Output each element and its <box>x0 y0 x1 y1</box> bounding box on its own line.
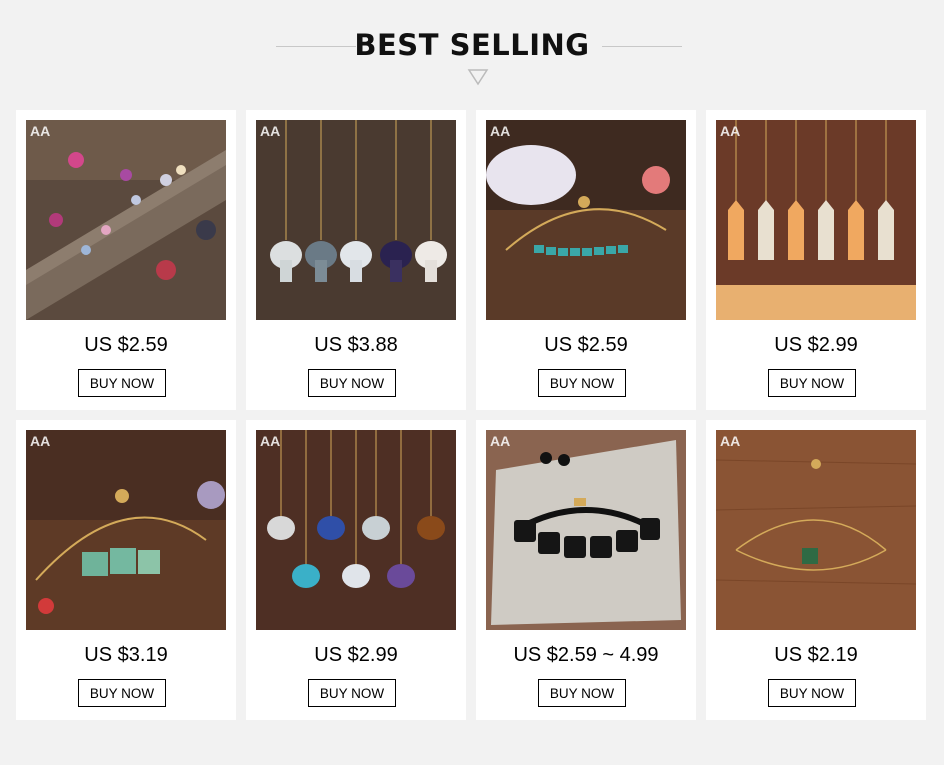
product-card[interactable]: AA US $2.99 BUY NOW <box>246 420 466 720</box>
product-price: US $2.59 <box>544 334 628 356</box>
product-price: US $2.99 <box>774 334 858 356</box>
brand-logo-icon: AA <box>490 433 511 449</box>
product-image[interactable]: AA <box>716 120 916 320</box>
brand-logo-icon: AA <box>30 123 51 139</box>
section-header: BEST SELLING <box>0 0 944 100</box>
product-image[interactable]: AA <box>26 430 226 630</box>
section-title: BEST SELLING <box>354 28 590 62</box>
product-image[interactable]: AA <box>26 120 226 320</box>
product-card[interactable]: AA US $2.59 ~ 4.99 BUY NOW <box>476 420 696 720</box>
product-image[interactable]: AA <box>486 430 686 630</box>
buy-now-button[interactable]: BUY NOW <box>768 679 856 707</box>
buy-now-button[interactable]: BUY NOW <box>768 369 856 397</box>
product-card[interactable]: AA US $3.88 BUY NOW <box>246 110 466 410</box>
buy-now-button[interactable]: BUY NOW <box>308 369 396 397</box>
product-card[interactable]: AA US $2.99 BUY NOW <box>706 110 926 410</box>
buy-now-button[interactable]: BUY NOW <box>538 369 626 397</box>
product-card[interactable]: AA US $3.19 BUY NOW <box>16 420 236 720</box>
product-price: US $3.88 <box>314 334 398 356</box>
brand-logo-icon: AA <box>260 433 281 449</box>
product-grid: AA US $2.59 BUY NOW AA US $3.88 BUY NOW … <box>16 110 926 720</box>
product-price: US $2.99 <box>314 644 398 666</box>
buy-now-button[interactable]: BUY NOW <box>78 369 166 397</box>
buy-now-button[interactable]: BUY NOW <box>308 679 396 707</box>
product-card[interactable]: AA US $2.19 BUY NOW <box>706 420 926 720</box>
product-card[interactable]: AA US $2.59 BUY NOW <box>16 110 236 410</box>
brand-logo-icon: AA <box>720 433 741 449</box>
product-image[interactable]: AA <box>716 430 916 630</box>
product-price: US $2.19 <box>774 644 858 666</box>
brand-logo-icon: AA <box>260 123 281 139</box>
title-divider-right <box>602 46 682 47</box>
buy-now-button[interactable]: BUY NOW <box>78 679 166 707</box>
brand-logo-icon: AA <box>30 433 51 449</box>
buy-now-button[interactable]: BUY NOW <box>538 679 626 707</box>
product-image[interactable]: AA <box>256 120 456 320</box>
product-price: US $3.19 <box>84 644 168 666</box>
product-image[interactable]: AA <box>256 430 456 630</box>
brand-logo-icon: AA <box>490 123 511 139</box>
product-image[interactable]: AA <box>486 120 686 320</box>
product-price: US $2.59 ~ 4.99 <box>513 644 659 666</box>
down-triangle-icon <box>467 69 489 86</box>
product-price: US $2.59 <box>84 334 168 356</box>
brand-logo-icon: AA <box>720 123 741 139</box>
product-card[interactable]: AA US $2.59 BUY NOW <box>476 110 696 410</box>
